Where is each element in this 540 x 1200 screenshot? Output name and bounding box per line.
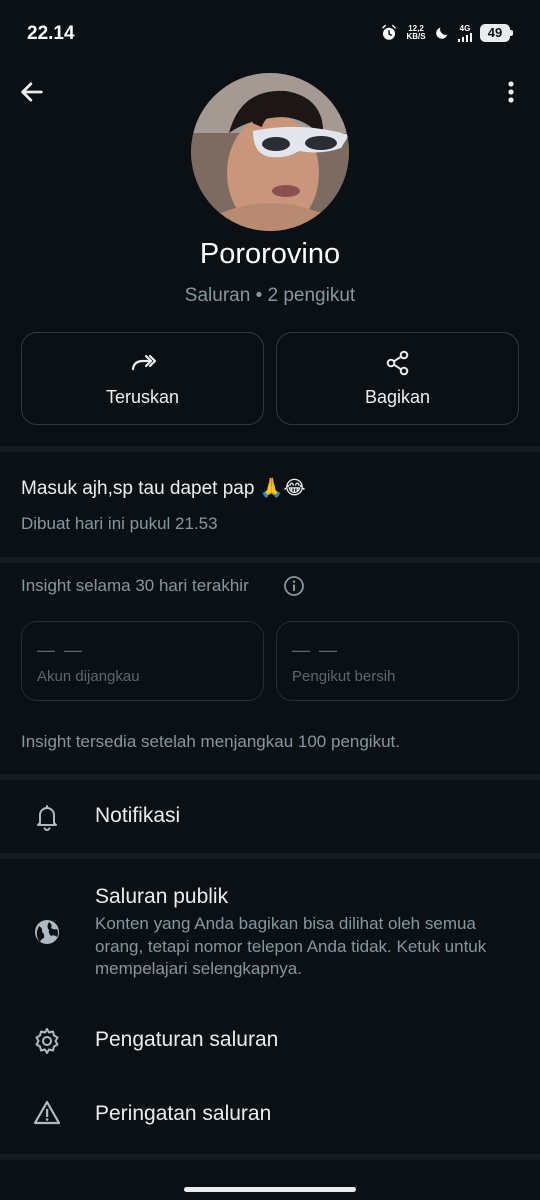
section-divider — [0, 1154, 540, 1160]
home-indicator[interactable] — [184, 1187, 356, 1192]
insight-card-followers: — — Pengikut bersih — [276, 621, 519, 701]
insight-card-reach: — — Akun dijangkau — [21, 621, 264, 701]
share-label: Bagikan — [364, 387, 431, 407]
insights-title: Insight selama 30 hari terakhir — [21, 576, 249, 595]
forward-button[interactable]: Teruskan — [21, 332, 264, 425]
channel-description: Masuk ajh,sp tau dapet pap 🙏😂 — [21, 478, 306, 499]
forward-icon — [131, 354, 156, 371]
network-speed: 12,2 KB/S — [406, 25, 426, 41]
insight-value: — — — [37, 640, 85, 660]
channel-warnings-label: Peringatan saluran — [95, 1102, 272, 1125]
insight-label: Pengikut bersih — [292, 668, 396, 685]
moon-icon — [436, 27, 448, 39]
channel-avatar[interactable] — [191, 73, 349, 231]
share-icon — [386, 350, 408, 376]
channel-settings-row[interactable]: Pengaturan saluran — [0, 1004, 540, 1076]
notifications-label: Notifikasi — [95, 804, 181, 827]
insight-value: — — — [292, 640, 340, 660]
info-icon[interactable] — [283, 575, 305, 597]
channel-warnings-row[interactable]: Peringatan saluran — [0, 1078, 540, 1150]
created-date: Dibuat hari ini pukul 21.53 — [21, 514, 218, 533]
alarm-icon — [382, 24, 396, 40]
network-speed-unit: KB/S — [406, 32, 426, 41]
back-button[interactable] — [18, 78, 46, 106]
gear-icon — [35, 1028, 59, 1054]
channel-subtitle: Saluran • 2 pengikut — [184, 285, 356, 306]
section-divider — [0, 446, 540, 452]
public-channel-title: Saluran publik — [95, 885, 229, 908]
signal-icon — [458, 33, 472, 42]
insight-label: Akun dijangkau — [37, 668, 140, 685]
status-time: 22.14 — [27, 23, 75, 44]
more-options-button[interactable] — [500, 78, 522, 106]
bell-icon — [37, 805, 57, 831]
insights-note: Insight tersedia setelah menjangkau 100 … — [21, 732, 400, 751]
section-divider — [0, 557, 540, 563]
notifications-row[interactable]: Notifikasi — [0, 780, 540, 854]
channel-name: Pororovino — [199, 238, 341, 270]
status-bar: 22.14 12,2 KB/S 4G 49 — [0, 0, 540, 70]
channel-settings-label: Pengaturan saluran — [95, 1028, 279, 1051]
cellular-indicator: 4G — [458, 24, 472, 42]
warning-icon — [33, 1100, 61, 1125]
status-icons: 12,2 KB/S 4G 49 — [380, 24, 513, 42]
network-type: 4G — [459, 24, 471, 33]
public-channel-description: Konten yang Anda bagikan bisa dilihat ol… — [95, 914, 487, 978]
forward-label: Teruskan — [105, 387, 180, 407]
globe-icon — [35, 920, 59, 944]
battery-indicator: 49 — [480, 24, 513, 42]
avatar-image — [191, 73, 349, 231]
share-button[interactable]: Bagikan — [276, 332, 519, 425]
